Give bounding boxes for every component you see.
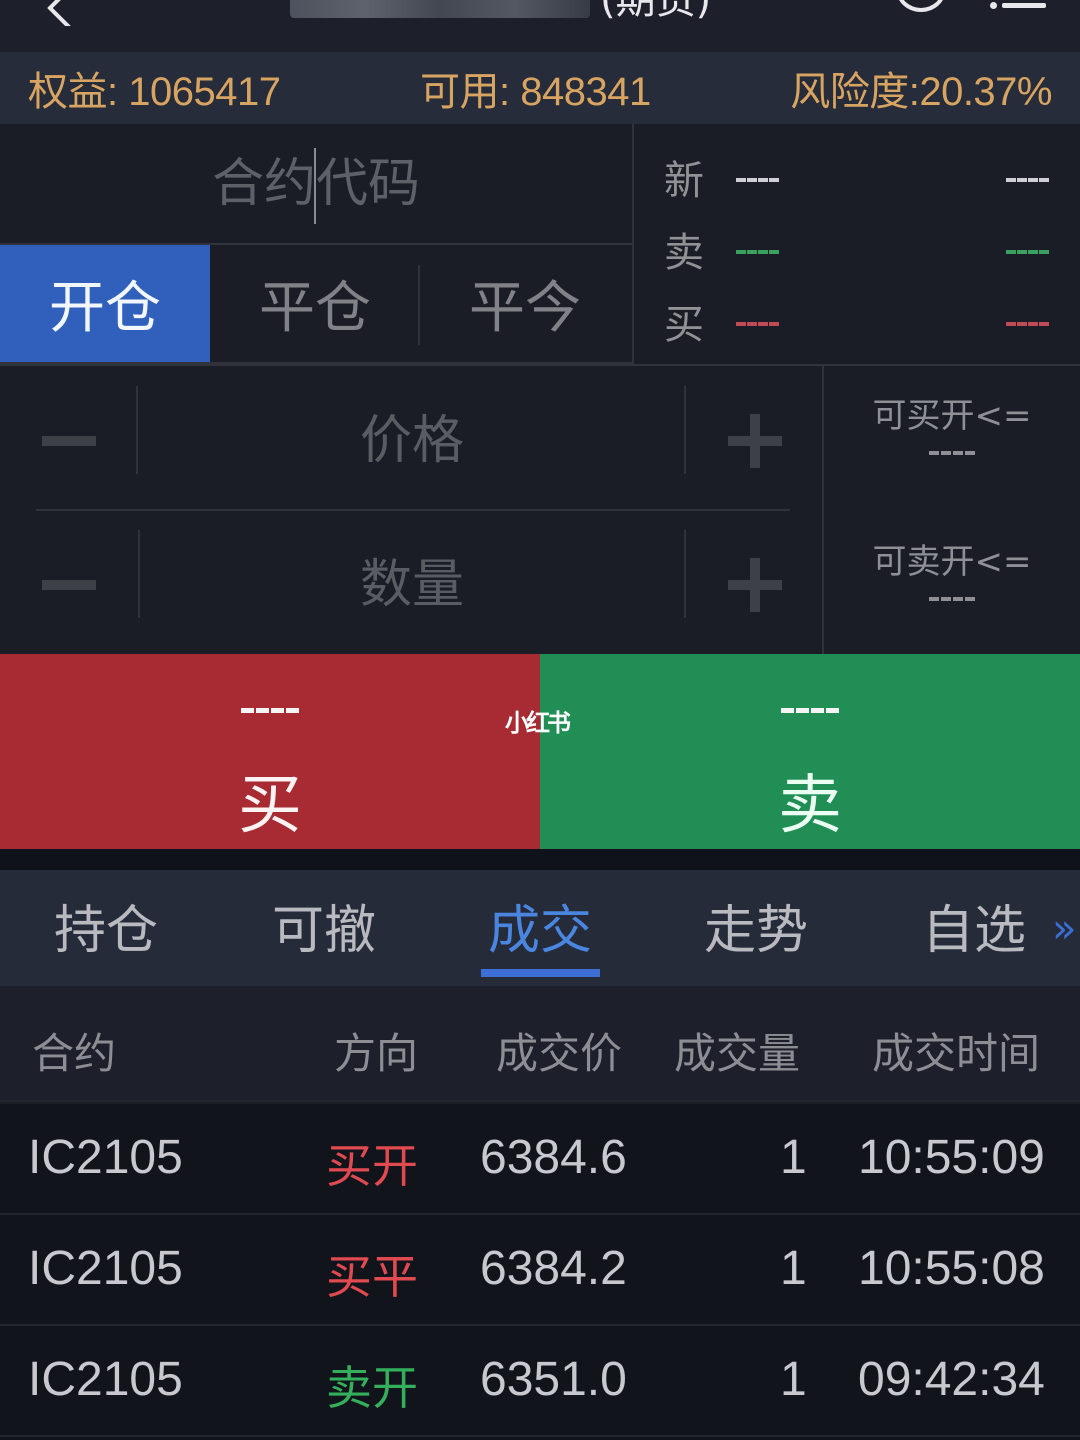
active-tab-indicator bbox=[481, 969, 600, 977]
ask-volume-placeholder bbox=[1006, 250, 1050, 254]
ask-price-placeholder bbox=[736, 250, 780, 254]
quantity-stepper bbox=[36, 520, 790, 650]
account-summary-bar: 权益: 1065417 可用: 848341 风险度:20.37% bbox=[0, 52, 1080, 124]
tab-watchlist[interactable]: 自选 bbox=[922, 888, 1026, 963]
max-sell-open-label: 可卖开<= bbox=[872, 542, 1032, 582]
price-stepper bbox=[36, 376, 790, 506]
buy-button[interactable]: 买 bbox=[0, 654, 540, 849]
table-row[interactable]: IC2105 买开 6384.6 1 10:55:09 bbox=[0, 1104, 1080, 1215]
trade-buttons: 买 卖 bbox=[0, 654, 1080, 849]
cell-volume: 1 bbox=[780, 1353, 807, 1406]
cell-price: 6351.0 bbox=[480, 1353, 627, 1406]
tab-positions[interactable]: 持仓 bbox=[54, 888, 158, 963]
trades-table-body: IC2105 买开 6384.6 1 10:55:09 IC2105 买平 63… bbox=[0, 1104, 1080, 1440]
header-price: 成交价 bbox=[496, 1029, 623, 1078]
divider bbox=[36, 509, 790, 511]
available-funds: 可用: 848341 bbox=[419, 70, 651, 114]
quantity-decrement-button[interactable] bbox=[36, 520, 136, 650]
quantity-increment-button[interactable] bbox=[716, 520, 816, 650]
refresh-circle-icon[interactable] bbox=[896, 0, 946, 12]
trades-table-header: 合约 方向 成交价 成交量 成交时间 bbox=[0, 986, 1080, 1102]
equity-value: 权益: 1065417 bbox=[28, 70, 281, 114]
max-buy-open-label: 可买开<= bbox=[872, 396, 1032, 436]
cell-direction: 卖开 bbox=[326, 1361, 418, 1415]
cell-volume: 1 bbox=[780, 1242, 807, 1295]
records-tabs: 持仓 可撤 成交 走势 自选 » bbox=[0, 870, 1080, 986]
watermark: 小红书 bbox=[505, 709, 571, 737]
cell-contract: IC2105 bbox=[28, 1131, 183, 1184]
max-sell-open: 可卖开<= bbox=[824, 534, 1080, 607]
price-decrement-button[interactable] bbox=[36, 376, 136, 506]
sell-label: 卖 bbox=[778, 769, 842, 843]
divider bbox=[684, 386, 686, 474]
cell-contract: IC2105 bbox=[28, 1242, 183, 1295]
tab-trades[interactable]: 成交 bbox=[488, 888, 592, 963]
cell-contract: IC2105 bbox=[28, 1353, 183, 1406]
top-nav-bar: (期货) bbox=[0, 0, 1080, 52]
cell-price: 6384.2 bbox=[480, 1242, 627, 1295]
header-volume: 成交量 bbox=[674, 1029, 801, 1078]
divider bbox=[0, 364, 1080, 366]
quote-row-bid: 买 bbox=[634, 288, 1080, 348]
buy-label: 买 bbox=[238, 769, 302, 843]
cell-time: 09:42:34 bbox=[858, 1353, 1045, 1406]
contract-code-input[interactable] bbox=[0, 124, 632, 243]
tab-close-position[interactable]: 平仓 bbox=[210, 245, 420, 362]
tab-open-position[interactable]: 开仓 bbox=[0, 245, 210, 362]
quote-label-bid: 买 bbox=[664, 302, 704, 348]
divider bbox=[684, 530, 686, 618]
title-suffix: (期货) bbox=[600, 0, 712, 23]
sell-button[interactable]: 卖 bbox=[540, 654, 1080, 849]
last-change-placeholder bbox=[1006, 178, 1050, 182]
buy-price-placeholder bbox=[0, 708, 540, 713]
cell-volume: 1 bbox=[780, 1131, 807, 1184]
menu-icon[interactable] bbox=[990, 0, 1050, 12]
quote-label-last: 新 bbox=[664, 158, 704, 204]
sell-price-placeholder bbox=[540, 708, 1080, 713]
text-caret bbox=[314, 148, 316, 224]
max-buy-open: 可买开<= bbox=[824, 388, 1080, 461]
cell-time: 10:55:09 bbox=[858, 1131, 1045, 1184]
header-contract: 合约 bbox=[32, 1029, 117, 1078]
order-entry-panel: 开仓 平仓 平今 新 卖 买 bbox=[0, 124, 1080, 654]
cell-time: 10:55:08 bbox=[858, 1242, 1045, 1295]
tab-trend[interactable]: 走势 bbox=[704, 888, 808, 963]
quantity-input[interactable] bbox=[138, 520, 686, 650]
bid-volume-placeholder bbox=[1006, 322, 1050, 326]
contract-code-field[interactable] bbox=[0, 124, 632, 245]
quote-panel: 新 卖 买 bbox=[634, 124, 1080, 364]
table-row[interactable]: IC2105 卖开 6351.0 1 09:42:34 bbox=[0, 1326, 1080, 1437]
quote-row-ask: 卖 bbox=[634, 216, 1080, 276]
quote-row-last: 新 bbox=[634, 144, 1080, 204]
offset-tabs: 开仓 平仓 平今 bbox=[0, 245, 632, 364]
page-title: (期货) bbox=[290, 0, 711, 22]
more-tabs-icon[interactable]: » bbox=[1052, 906, 1076, 952]
tab-close-today[interactable]: 平今 bbox=[420, 245, 630, 362]
table-row[interactable]: IC2105 买平 6384.2 1 10:55:08 bbox=[0, 1215, 1080, 1326]
cell-direction: 买开 bbox=[326, 1139, 418, 1193]
price-input[interactable] bbox=[138, 376, 686, 506]
header-direction: 方向 bbox=[334, 1029, 419, 1078]
quote-label-ask: 卖 bbox=[664, 230, 704, 276]
cell-price: 6384.6 bbox=[480, 1131, 627, 1184]
last-price-placeholder bbox=[736, 178, 780, 182]
back-arrow-icon[interactable] bbox=[40, 0, 80, 26]
price-field[interactable] bbox=[138, 376, 686, 506]
title-redacted bbox=[290, 0, 590, 18]
minus-icon bbox=[42, 436, 96, 446]
risk-ratio: 风险度:20.37% bbox=[790, 70, 1052, 114]
quantity-field[interactable] bbox=[138, 520, 686, 650]
bid-price-placeholder bbox=[736, 322, 780, 326]
price-increment-button[interactable] bbox=[716, 376, 816, 506]
section-gap bbox=[0, 849, 1080, 870]
minus-icon bbox=[42, 580, 96, 590]
max-buy-open-value bbox=[824, 451, 1080, 461]
header-time: 成交时间 bbox=[872, 1029, 1041, 1078]
cell-direction: 买平 bbox=[326, 1250, 418, 1304]
tab-cancellable[interactable]: 可撤 bbox=[272, 888, 376, 963]
max-sell-open-value bbox=[824, 597, 1080, 607]
